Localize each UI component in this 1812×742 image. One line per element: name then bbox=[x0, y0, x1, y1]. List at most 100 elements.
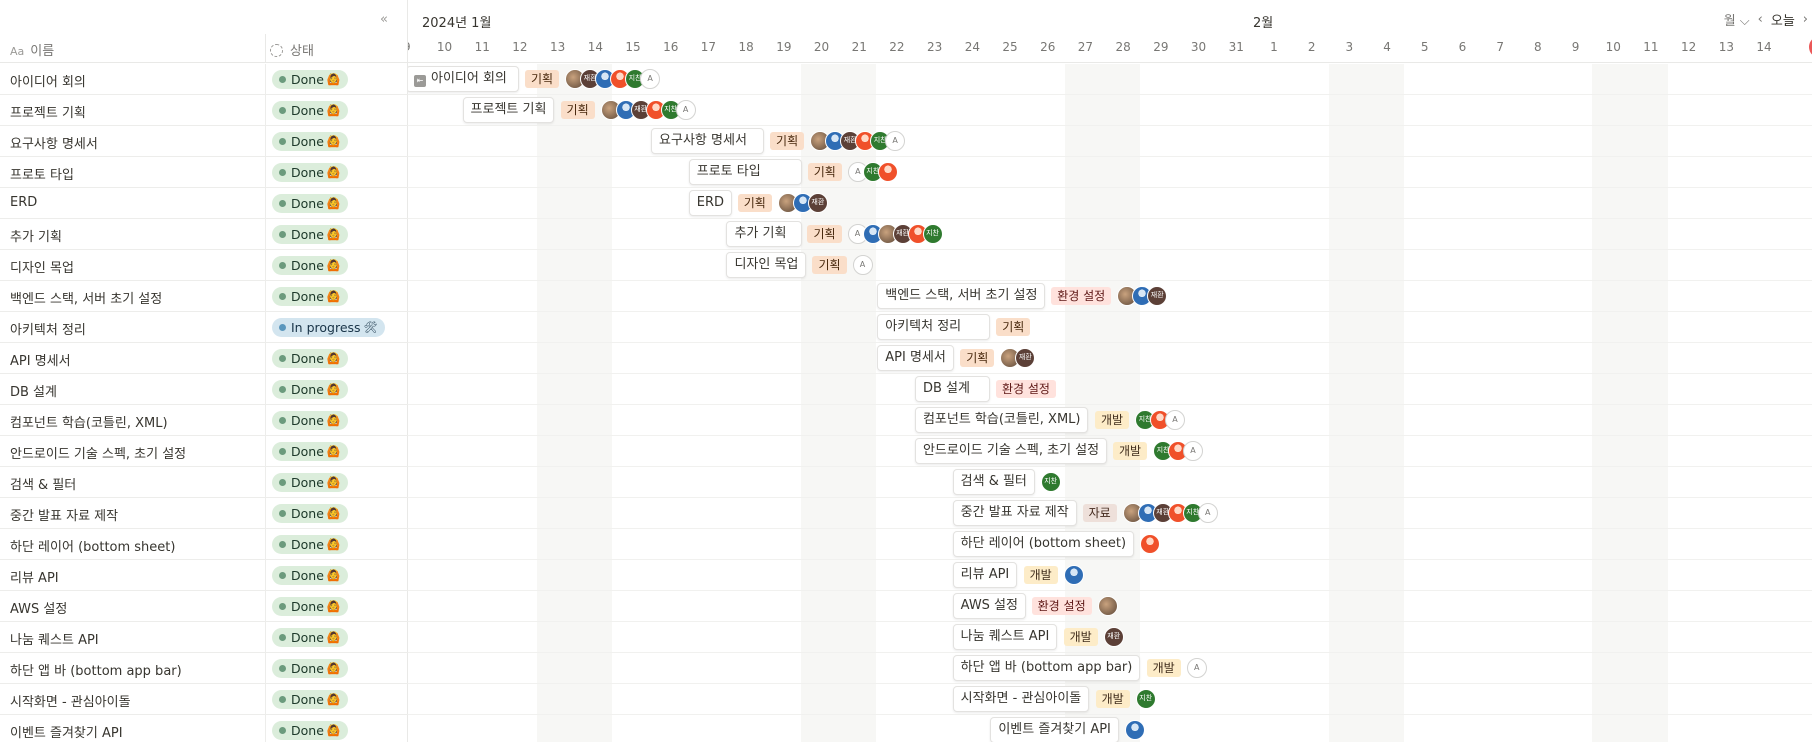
timeline-bar[interactable]: 중간 발표 자료 제작 bbox=[952, 500, 1077, 526]
task-name[interactable]: AWS 설정 bbox=[10, 598, 67, 617]
category-tag[interactable]: 기획 bbox=[807, 163, 842, 181]
timeline-bar[interactable]: 백엔드 스택, 서버 초기 설정 bbox=[877, 283, 1046, 309]
table-row[interactable]: 시작화면 - 관심아이돌 Done 🙆 bbox=[0, 684, 408, 715]
task-name[interactable]: DB 설계 bbox=[10, 381, 57, 400]
avatar-placeholder[interactable]: A bbox=[1186, 658, 1207, 678]
task-name[interactable]: 나눔 퀘스트 API bbox=[10, 629, 99, 648]
task-name[interactable]: 검색 & 필터 bbox=[10, 474, 76, 493]
category-tag[interactable]: 개발 bbox=[1146, 659, 1181, 677]
status-badge[interactable]: Done 🙆 bbox=[272, 256, 348, 275]
status-badge[interactable]: Done 🙆 bbox=[272, 473, 348, 492]
task-name[interactable]: ERD bbox=[10, 195, 37, 210]
timeline-bar[interactable]: 프로젝트 기획 bbox=[462, 97, 555, 123]
task-name[interactable]: 시작화면 - 관심아이돌 bbox=[10, 691, 131, 710]
table-row[interactable]: 나눔 퀘스트 API Done 🙆 bbox=[0, 622, 408, 653]
avatar[interactable] bbox=[877, 162, 898, 182]
task-name[interactable]: 아키텍처 정리 bbox=[10, 319, 86, 338]
task-name[interactable]: 이벤트 즐겨찾기 API bbox=[10, 722, 123, 741]
status-badge[interactable]: Done 🙆 bbox=[272, 101, 348, 120]
table-row[interactable]: 리뷰 API Done 🙆 bbox=[0, 560, 408, 591]
status-badge[interactable]: Done 🙆 bbox=[272, 442, 348, 461]
avatar[interactable]: 지찬 bbox=[922, 224, 943, 244]
category-tag[interactable]: 기획 bbox=[560, 101, 595, 119]
task-name[interactable]: 컴포넌트 학습(코틀린, XML) bbox=[10, 412, 168, 431]
status-badge[interactable]: Done 🙆 bbox=[272, 225, 348, 244]
status-badge[interactable]: Done 🙆 bbox=[272, 504, 348, 523]
status-badge[interactable]: Done 🙆 bbox=[272, 287, 348, 306]
table-row[interactable]: AWS 설정 Done 🙆 bbox=[0, 591, 408, 622]
avatar[interactable]: 지찬 bbox=[1135, 689, 1156, 709]
column-header-name[interactable]: Aa 이름 bbox=[10, 40, 54, 59]
table-row[interactable]: DB 설계 Done 🙆 bbox=[0, 374, 408, 405]
category-tag[interactable]: 환경 설정 bbox=[1051, 287, 1112, 305]
column-header-status[interactable]: 상태 bbox=[270, 40, 314, 59]
avatar-placeholder[interactable]: A bbox=[1165, 410, 1186, 430]
task-name[interactable]: 리뷰 API bbox=[10, 567, 59, 586]
timeline-bar[interactable]: 디자인 목업 bbox=[726, 252, 807, 278]
task-name[interactable]: 요구사항 명세서 bbox=[10, 133, 98, 152]
status-badge[interactable]: Done 🙆 bbox=[272, 70, 348, 89]
avatar[interactable] bbox=[1063, 565, 1084, 585]
timeline-bar[interactable]: 요구사항 명세서 bbox=[651, 128, 765, 154]
timeline-bar[interactable]: 검색 & 필터 bbox=[952, 469, 1035, 495]
table-row[interactable]: 이벤트 즐겨찾기 API Done 🙆 bbox=[0, 715, 408, 742]
avatar[interactable]: 재환 bbox=[1147, 286, 1168, 306]
category-tag[interactable]: 개발 bbox=[1095, 690, 1130, 708]
timeline-bar[interactable]: DB 설계 bbox=[914, 376, 991, 402]
timeline-bar[interactable]: 안드로이드 기술 스펙, 초기 설정 bbox=[914, 438, 1108, 464]
category-tag[interactable]: 기획 bbox=[737, 194, 772, 212]
timeline-bar[interactable]: 프로토 타입 bbox=[688, 159, 802, 185]
task-name[interactable]: 아이디어 회의 bbox=[10, 71, 86, 90]
status-badge[interactable]: Done 🙆 bbox=[272, 659, 348, 678]
category-tag[interactable]: 기획 bbox=[525, 70, 560, 88]
jump-to-start-icon[interactable]: ⇤ bbox=[414, 75, 426, 87]
status-badge[interactable]: Done 🙆 bbox=[272, 349, 348, 368]
avatar[interactable] bbox=[1125, 720, 1146, 740]
table-row[interactable]: 백엔드 스택, 서버 초기 설정 Done 🙆 bbox=[0, 281, 408, 312]
category-tag[interactable]: 개발 bbox=[1112, 442, 1148, 460]
table-row[interactable]: 검색 & 필터 Done 🙆 bbox=[0, 467, 408, 498]
timeline-bar[interactable]: 하단 앱 바 (bottom app bar) bbox=[952, 655, 1141, 681]
category-tag[interactable]: 기획 bbox=[812, 256, 847, 274]
table-row[interactable]: 디자인 목업 Done 🙆 bbox=[0, 250, 408, 281]
table-row[interactable]: 컴포넌트 학습(코틀린, XML) Done 🙆 bbox=[0, 405, 408, 436]
avatar[interactable] bbox=[1097, 596, 1118, 616]
task-name[interactable]: 하단 레이어 (bottom sheet) bbox=[10, 536, 175, 555]
avatar[interactable]: 재환 bbox=[1015, 348, 1036, 368]
task-name[interactable]: 하단 앱 바 (bottom app bar) bbox=[10, 660, 182, 679]
category-tag[interactable]: 기획 bbox=[770, 132, 805, 150]
timeline-bar[interactable]: API 명세서 bbox=[877, 345, 954, 371]
task-name[interactable]: 중간 발표 자료 제작 bbox=[10, 505, 118, 524]
today-button[interactable]: 오늘 bbox=[1771, 10, 1795, 29]
task-name[interactable]: 추가 기획 bbox=[10, 226, 62, 245]
avatar-placeholder[interactable]: A bbox=[640, 69, 661, 89]
task-name[interactable]: 프로토 타입 bbox=[10, 164, 74, 183]
status-badge[interactable]: Done 🙆 bbox=[272, 132, 348, 151]
avatar[interactable] bbox=[1139, 534, 1160, 554]
task-name[interactable]: 프로젝트 기획 bbox=[10, 102, 86, 121]
status-badge[interactable]: Done 🙆 bbox=[272, 628, 348, 647]
status-badge[interactable]: Done 🙆 bbox=[272, 690, 348, 709]
table-row[interactable]: ERD Done 🙆 bbox=[0, 188, 408, 219]
category-tag[interactable]: 환경 설정 bbox=[1031, 597, 1092, 615]
category-tag[interactable]: 개발 bbox=[1063, 628, 1098, 646]
category-tag[interactable]: 자료 bbox=[1082, 504, 1117, 522]
table-row[interactable]: 안드로이드 기술 스펙, 초기 설정 Done 🙆 bbox=[0, 436, 408, 467]
next-icon[interactable]: › bbox=[1803, 12, 1808, 27]
avatar[interactable]: 재환 bbox=[807, 193, 828, 213]
status-badge[interactable]: In progress 🛠 bbox=[272, 318, 385, 337]
collapse-table-icon[interactable]: « bbox=[380, 12, 388, 27]
timeline-bar[interactable]: ⇤ 아이디어 회의 bbox=[408, 66, 520, 92]
timeline-bar[interactable]: 컴포넌트 학습(코틀린, XML) bbox=[914, 407, 1089, 433]
avatar-placeholder[interactable]: A bbox=[1197, 503, 1218, 523]
avatar-placeholder[interactable]: A bbox=[675, 100, 696, 120]
category-tag[interactable]: 기획 bbox=[996, 318, 1031, 336]
table-row[interactable]: 하단 앱 바 (bottom app bar) Done 🙆 bbox=[0, 653, 408, 684]
table-row[interactable]: 프로토 타입 Done 🙆 bbox=[0, 157, 408, 188]
status-badge[interactable]: Done 🙆 bbox=[272, 194, 348, 213]
task-name[interactable]: API 명세서 bbox=[10, 350, 71, 369]
timeline-bar[interactable]: ERD bbox=[688, 190, 733, 216]
category-tag[interactable]: 환경 설정 bbox=[995, 380, 1056, 398]
status-badge[interactable]: Done 🙆 bbox=[272, 597, 348, 616]
table-row[interactable]: 아키텍처 정리 In progress 🛠 bbox=[0, 312, 408, 343]
